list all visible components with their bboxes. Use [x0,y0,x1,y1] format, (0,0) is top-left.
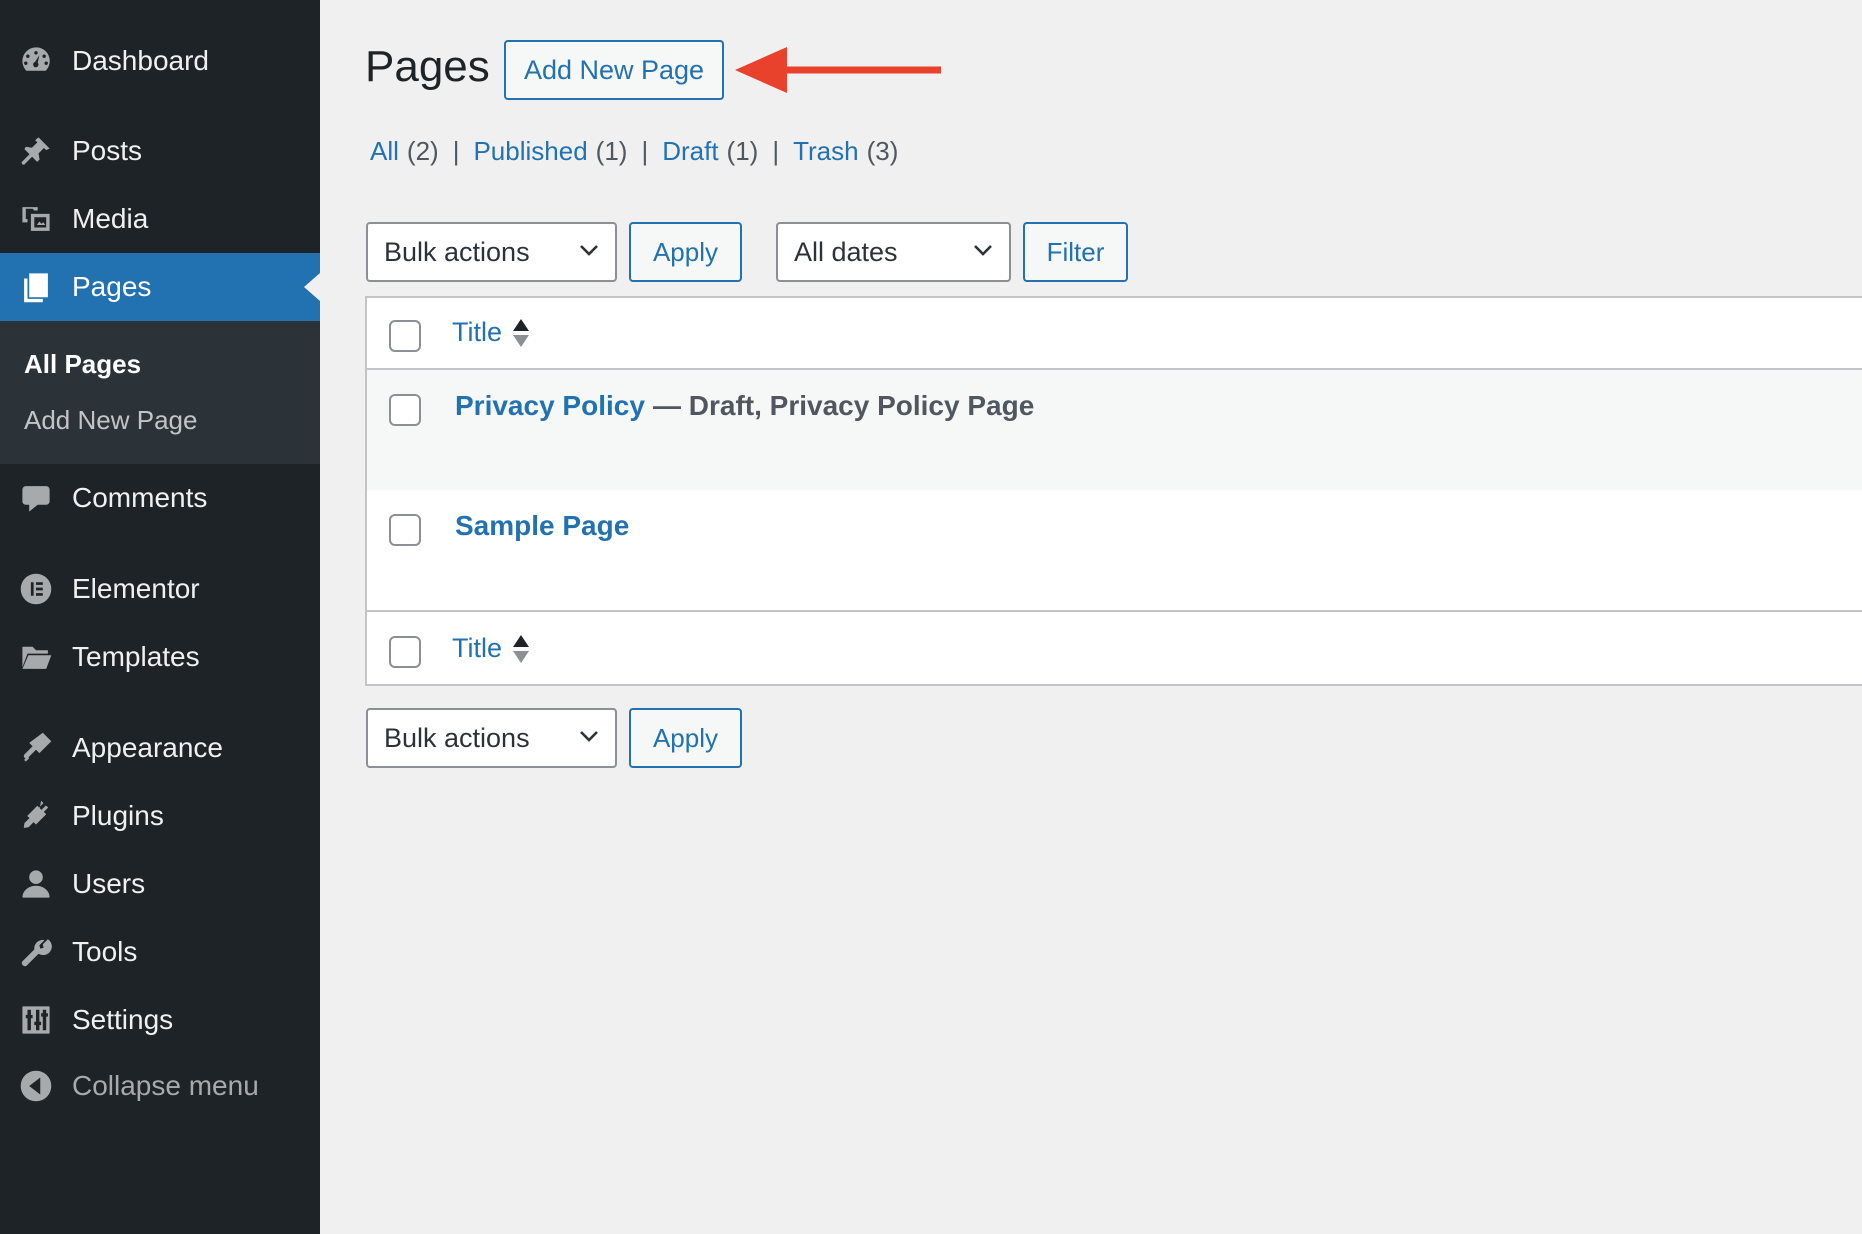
add-new-page-button[interactable]: Add New Page [504,40,724,100]
table-row: Privacy Policy — Draft, Privacy Policy P… [367,370,1862,490]
sort-icon [513,634,530,663]
menu-label: Settings [72,1004,174,1035]
filter-count: (1) [595,136,628,166]
menu-item-appearance[interactable]: Appearance [0,714,320,782]
menu-label: Pages [72,271,152,302]
filter-published-link[interactable]: Published [473,136,587,167]
column-title-label: Title [452,317,503,347]
admin-sidebar: Dashboard Posts Media Pages All Pages Ad… [0,0,320,1234]
wrench-icon [18,934,54,970]
settings-icon [18,1002,54,1038]
select-all-checkbox[interactable] [389,636,421,668]
menu-item-plugins[interactable]: Plugins [0,782,320,850]
pin-icon [18,133,54,169]
submenu-add-new-page[interactable]: Add New Page [24,405,197,436]
column-title-label: Title [452,633,503,663]
menu-label: Comments [72,482,208,513]
row-title-link[interactable]: Sample Page [455,510,629,542]
bulk-actions-value: Bulk actions [384,236,530,267]
menu-item-settings[interactable]: Settings [0,986,320,1054]
menu-item-templates[interactable]: Templates [0,623,320,691]
chevron-down-icon [580,245,598,256]
user-icon [18,866,54,902]
table-footer: Title [367,610,1862,684]
row-title-link[interactable]: Privacy Policy [455,390,645,422]
menu-item-pages[interactable]: Pages [0,253,320,321]
chevron-down-icon [580,731,598,742]
table-row: Sample Page [367,490,1862,610]
main-content: Pages Add New Page All (2) | Published (… [320,0,1862,1234]
separator: | [641,136,649,166]
menu-label: Templates [72,641,200,672]
filter-draft-link[interactable]: Draft [662,136,718,167]
submenu-all-pages[interactable]: All Pages [24,349,141,380]
menu-label: Users [72,868,146,899]
separator: | [772,136,780,166]
menu-item-dashboard[interactable]: Dashboard [0,27,320,95]
menu-label: Posts [72,135,143,166]
filter-all-link[interactable]: All [370,136,399,167]
table-header: Title [367,298,1862,370]
menu-item-elementor[interactable]: Elementor [0,555,320,623]
row-checkbox[interactable] [389,394,421,426]
title-column-header[interactable]: Title [452,317,530,348]
apply-button-bottom[interactable]: Apply [629,708,742,768]
menu-label: Appearance [72,732,224,763]
row-checkbox[interactable] [389,514,421,546]
chevron-down-icon [974,245,992,256]
menu-item-posts[interactable]: Posts [0,117,320,185]
sort-icon [513,318,530,347]
annotation-arrow-icon [735,47,941,93]
menu-label: Collapse menu [72,1070,259,1101]
elementor-icon [18,571,54,607]
collapse-menu-button[interactable]: Collapse menu [0,1052,320,1120]
menu-item-media[interactable]: Media [0,185,320,253]
dates-value: All dates [794,236,898,267]
dashboard-icon [18,43,54,79]
dates-select[interactable]: All dates [776,222,1011,282]
pages-table: Title Privacy Policy — Draft, Privacy Po… [365,296,1862,686]
bulk-actions-select-bottom[interactable]: Bulk actions [366,708,617,768]
menu-item-comments[interactable]: Comments [0,464,320,532]
plug-icon [18,798,54,834]
media-icon [18,201,54,237]
title-column-footer[interactable]: Title [452,633,530,664]
filter-count: (2) [406,136,439,166]
folder-icon [18,639,54,675]
page-title: Pages [365,42,490,91]
filter-trash-link[interactable]: Trash [793,136,859,167]
bulk-actions-select[interactable]: Bulk actions [366,222,617,282]
separator: | [452,136,460,166]
status-filter-links: All (2) | Published (1) | Draft (1) | Tr… [370,136,898,167]
menu-label: Elementor [72,573,200,604]
menu-label: Tools [72,936,138,967]
menu-label: Dashboard [72,45,209,76]
menu-item-tools[interactable]: Tools [0,918,320,986]
comment-icon [18,480,54,516]
select-all-checkbox[interactable] [389,320,421,352]
menu-item-users[interactable]: Users [0,850,320,918]
apply-button[interactable]: Apply [629,222,742,282]
filter-button[interactable]: Filter [1023,222,1128,282]
bulk-actions-value: Bulk actions [384,722,530,753]
post-state: — Draft, Privacy Policy Page [653,390,1035,421]
menu-label: Media [72,203,149,234]
pages-icon [18,269,54,305]
brush-icon [18,730,54,766]
menu-label: Plugins [72,800,164,831]
collapse-icon [18,1068,54,1104]
filter-count: (3) [866,136,899,166]
filter-count: (1) [726,136,759,166]
pages-submenu: All Pages Add New Page [0,321,320,464]
